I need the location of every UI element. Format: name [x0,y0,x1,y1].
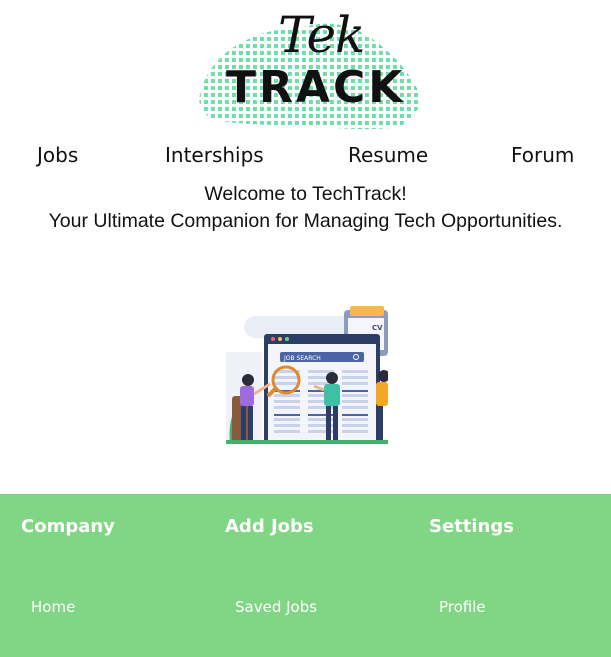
footer-link-profile[interactable]: Profile [439,596,486,618]
welcome-message: Welcome to TechTrack! Your Ultimate Comp… [0,181,611,235]
site-footer: Company Add Jobs Settings Home Saved Job… [0,494,611,657]
nav-item-interships[interactable]: Interships [165,138,264,172]
footer-heading-settings[interactable]: Settings [429,514,514,540]
tektrack-logo[interactable]: Tek TRACK [196,8,424,132]
job-search-illustration-svg: CV JOB SEARCH [226,306,390,444]
page: Tek TRACK Jobs Interships Resume Forum W… [0,0,611,657]
welcome-title: Welcome to TechTrack! [204,183,407,205]
welcome-subtitle: Your Ultimate Companion for Managing Tec… [48,210,563,232]
footer-heading-add-jobs[interactable]: Add Jobs [225,514,314,540]
logo-text-tek: Tek [278,6,365,64]
footer-heading-company: Company [21,516,115,537]
main-nav: Jobs Interships Resume Forum [0,138,611,174]
logo-text-track: TRACK [226,62,406,113]
nav-item-jobs[interactable]: Jobs [37,138,78,172]
job-search-label: JOB SEARCH [283,355,321,362]
nav-item-forum[interactable]: Forum [511,138,574,172]
footer-link-home[interactable]: Home [31,596,75,618]
cv-label: CV [372,324,383,332]
nav-item-resume[interactable]: Resume [348,138,428,172]
footer-link-saved-jobs[interactable]: Saved Jobs [235,596,317,618]
job-search-illustration: CV JOB SEARCH [226,304,390,444]
